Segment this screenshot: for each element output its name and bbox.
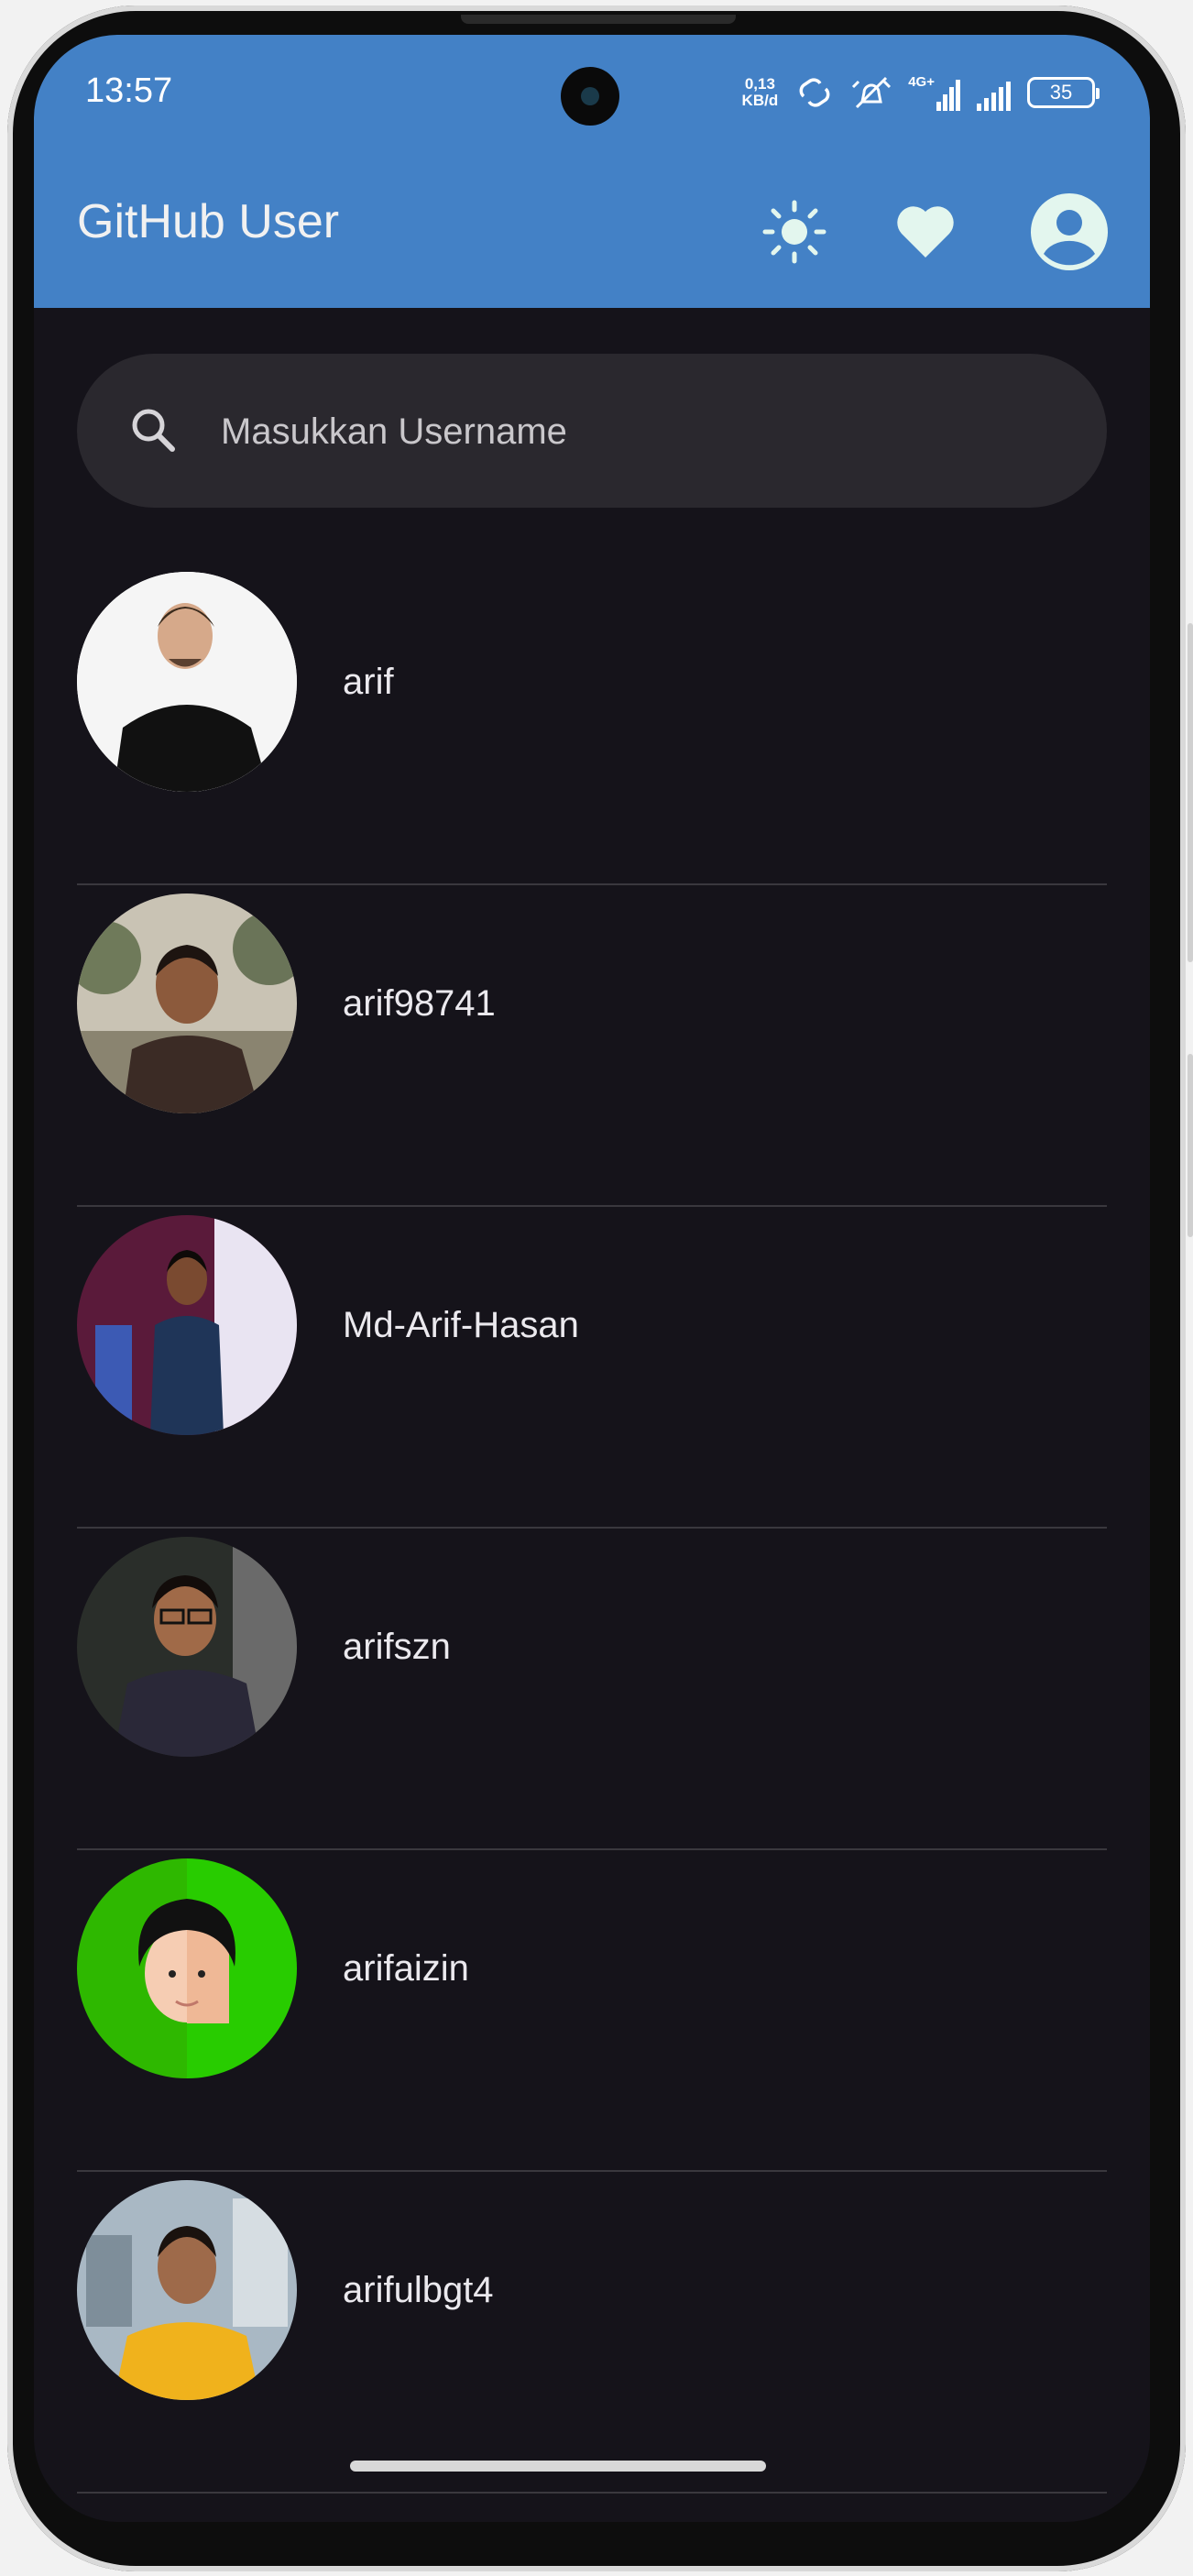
- alarm-off-icon: [852, 76, 892, 109]
- username: arif98741: [343, 983, 496, 1024]
- heart-icon: [897, 206, 954, 258]
- user-avatar: [77, 2180, 297, 2400]
- user-avatar: [77, 572, 297, 792]
- divider: [77, 1848, 1107, 1850]
- phone-frame: 13:57 0,13 KB/d 4G+ 35 GitHub User Masuk…: [0, 0, 1193, 2576]
- power-button: [1188, 1054, 1193, 1237]
- divider: [77, 1205, 1107, 1207]
- favorites-button[interactable]: [884, 191, 967, 273]
- user-photo: [77, 893, 297, 1113]
- status-time: 13:57: [85, 71, 173, 110]
- screen: 13:57 0,13 KB/d 4G+ 35 GitHub User Masuk…: [34, 35, 1150, 2522]
- divider: [77, 1527, 1107, 1529]
- app-bar: 13:57 0,13 KB/d 4G+ 35 GitHub User: [34, 35, 1150, 308]
- user-avatar: [77, 893, 297, 1113]
- battery-icon: 35: [1027, 77, 1100, 108]
- sun-icon: [762, 200, 826, 264]
- username: Md-Arif-Hasan: [343, 1305, 579, 1345]
- username: arifszn: [343, 1627, 451, 1667]
- user-avatar: [77, 1215, 297, 1435]
- signal-4g-icon: 4G+: [908, 74, 960, 111]
- network-speed-value: 0,13: [744, 75, 775, 93]
- network-speed-unit: KB/d: [741, 92, 779, 109]
- speaker-grille: [461, 15, 736, 24]
- user-photo: [77, 1537, 297, 1757]
- theme-toggle-button[interactable]: [753, 191, 836, 273]
- divider: [77, 2492, 1107, 2494]
- network-speed: 0,13 KB/d: [742, 76, 779, 109]
- divider: [77, 883, 1107, 885]
- user-list-item[interactable]: arifaizin: [77, 1858, 1107, 2180]
- user-photo: [77, 1215, 297, 1435]
- signal-icon: [977, 74, 1011, 111]
- search-icon: [132, 409, 175, 452]
- battery-level: 35: [1049, 81, 1073, 104]
- user-avatar: [77, 1858, 297, 2078]
- link-icon: [799, 78, 830, 107]
- user-avatar: [77, 1537, 297, 1757]
- search-input[interactable]: [219, 403, 1047, 460]
- user-list: arif arif98741 Md-Arif-Hasan arifszn ari…: [77, 572, 1107, 2502]
- search-bar[interactable]: [77, 354, 1107, 508]
- app-title: GitHub User: [77, 195, 340, 248]
- user-photo: [77, 572, 297, 792]
- user-list-item[interactable]: arifszn: [77, 1537, 1107, 1858]
- gesture-nav-handle[interactable]: [350, 2461, 766, 2472]
- user-list-item[interactable]: arif: [77, 572, 1107, 893]
- username: arifaizin: [343, 1948, 469, 1989]
- network-type: 4G+: [908, 74, 935, 90]
- volume-button: [1188, 623, 1193, 962]
- username: arifulbgt4: [343, 2270, 494, 2310]
- user-list-item[interactable]: arifulbgt4: [77, 2180, 1107, 2502]
- user-photo: [77, 2180, 297, 2400]
- user-photo: [77, 1858, 297, 2078]
- account-circle-icon: [1031, 193, 1108, 270]
- user-list-item[interactable]: Md-Arif-Hasan: [77, 1215, 1107, 1537]
- front-camera: [561, 67, 619, 126]
- profile-button[interactable]: [1028, 191, 1111, 273]
- username: arif: [343, 662, 394, 702]
- divider: [77, 2170, 1107, 2172]
- status-icons: 0,13 KB/d 4G+ 35: [742, 70, 1100, 115]
- user-list-item[interactable]: arif98741: [77, 893, 1107, 1215]
